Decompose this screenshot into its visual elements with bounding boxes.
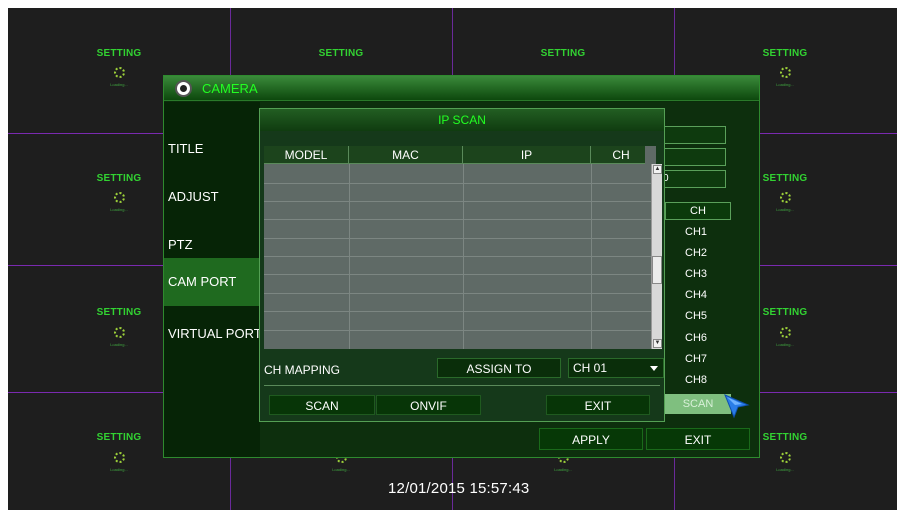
system-datetime: 12/01/2015 15:57:43 — [388, 480, 530, 497]
ch-list-item[interactable]: CH7 — [685, 353, 707, 365]
table-row[interactable] — [264, 201, 651, 202]
column-header-model[interactable]: MODEL — [264, 146, 349, 164]
loading-spinner-icon — [114, 327, 125, 338]
ch-list-item[interactable]: CH1 — [685, 226, 707, 238]
cam-port-field[interactable] — [660, 126, 726, 144]
camera-window-title: CAMERA — [202, 81, 258, 96]
column-header-ch[interactable]: CH — [591, 146, 651, 164]
sidebar-item-title[interactable]: TITLE — [164, 125, 260, 173]
table-row[interactable] — [264, 238, 651, 239]
table-scrollbar[interactable]: ▲ ▼ — [651, 164, 662, 349]
ch-list-item[interactable]: CH8 — [685, 374, 707, 386]
loading-spinner-icon — [114, 452, 125, 463]
setting-label: SETTING — [762, 48, 808, 59]
channel-select-value: CH 01 — [573, 361, 608, 375]
table-row[interactable] — [264, 274, 651, 275]
column-header-ip[interactable]: IP — [463, 146, 591, 164]
loading-spinner-icon — [780, 327, 791, 338]
mouse-pointer-icon — [724, 394, 750, 419]
ch-list-item[interactable]: CH2 — [685, 247, 707, 259]
table-row[interactable] — [264, 330, 651, 331]
loading-label: Loading... — [332, 467, 350, 472]
ip-scan-title: IP SCAN — [260, 109, 664, 131]
camera-icon — [175, 80, 192, 97]
camera-sidebar: TITLE ADJUST PTZ CAM PORT VIRTUAL PORT — [164, 102, 260, 457]
table-header: MODEL MAC IP CH — [264, 146, 645, 164]
scroll-down-arrow-icon[interactable]: ▼ — [653, 339, 662, 348]
ch-column-header: CH — [665, 202, 731, 220]
ip-scan-table: MODEL MAC IP CH ▲ ▼ — [264, 146, 662, 349]
table-row[interactable] — [264, 293, 651, 294]
assign-to-button[interactable]: ASSIGN TO — [437, 358, 561, 378]
loading-spinner-icon — [780, 192, 791, 203]
ch-mapping-label: CH MAPPING — [264, 363, 341, 377]
loading-spinner-icon — [114, 67, 125, 78]
ch-list-item[interactable]: CH3 — [685, 268, 707, 280]
cam-port-field[interactable] — [660, 148, 726, 166]
scrollbar-thumb[interactable] — [652, 256, 662, 284]
table-row[interactable] — [264, 219, 651, 220]
camera-window-titlebar: CAMERA — [164, 76, 759, 101]
setting-label: SETTING — [318, 48, 364, 59]
ch-list-item[interactable]: CH6 — [685, 332, 707, 344]
setting-label: SETTING — [540, 48, 586, 59]
loading-label: Loading... — [554, 467, 572, 472]
ip-scan-dialog: IP SCAN MODEL MAC IP CH ▲ ▼ CH MAPPING A… — [259, 108, 665, 422]
scan-button[interactable]: SCAN — [269, 395, 375, 415]
loading-spinner-icon — [114, 192, 125, 203]
cam-port-field[interactable]: 0 — [660, 170, 726, 188]
chevron-down-icon — [650, 366, 658, 371]
sidebar-item-cam-port[interactable]: CAM PORT — [164, 258, 260, 306]
exit-button[interactable]: EXIT — [646, 428, 750, 450]
loading-label: Loading... — [110, 467, 128, 472]
apply-button[interactable]: APPLY — [539, 428, 643, 450]
dialog-divider — [264, 385, 660, 386]
loading-spinner-icon — [780, 452, 791, 463]
sidebar-item-adjust[interactable]: ADJUST — [164, 173, 260, 221]
loading-label: Loading... — [776, 467, 794, 472]
channel-select[interactable]: CH 01 — [568, 358, 664, 378]
sidebar-item-virtual-port[interactable]: VIRTUAL PORT — [164, 310, 260, 358]
ch-list-item[interactable]: CH5 — [685, 310, 707, 322]
scroll-up-arrow-icon[interactable]: ▲ — [653, 165, 662, 174]
table-row[interactable] — [264, 256, 651, 257]
table-row[interactable] — [264, 311, 651, 312]
exit-button[interactable]: EXIT — [546, 395, 650, 415]
ch-list-item[interactable]: CH4 — [685, 289, 707, 301]
loading-spinner-icon — [780, 67, 791, 78]
setting-label: SETTING — [96, 48, 142, 59]
table-row[interactable] — [264, 183, 651, 184]
column-header-mac[interactable]: MAC — [349, 146, 463, 164]
onvif-button[interactable]: ONVIF — [376, 395, 481, 415]
